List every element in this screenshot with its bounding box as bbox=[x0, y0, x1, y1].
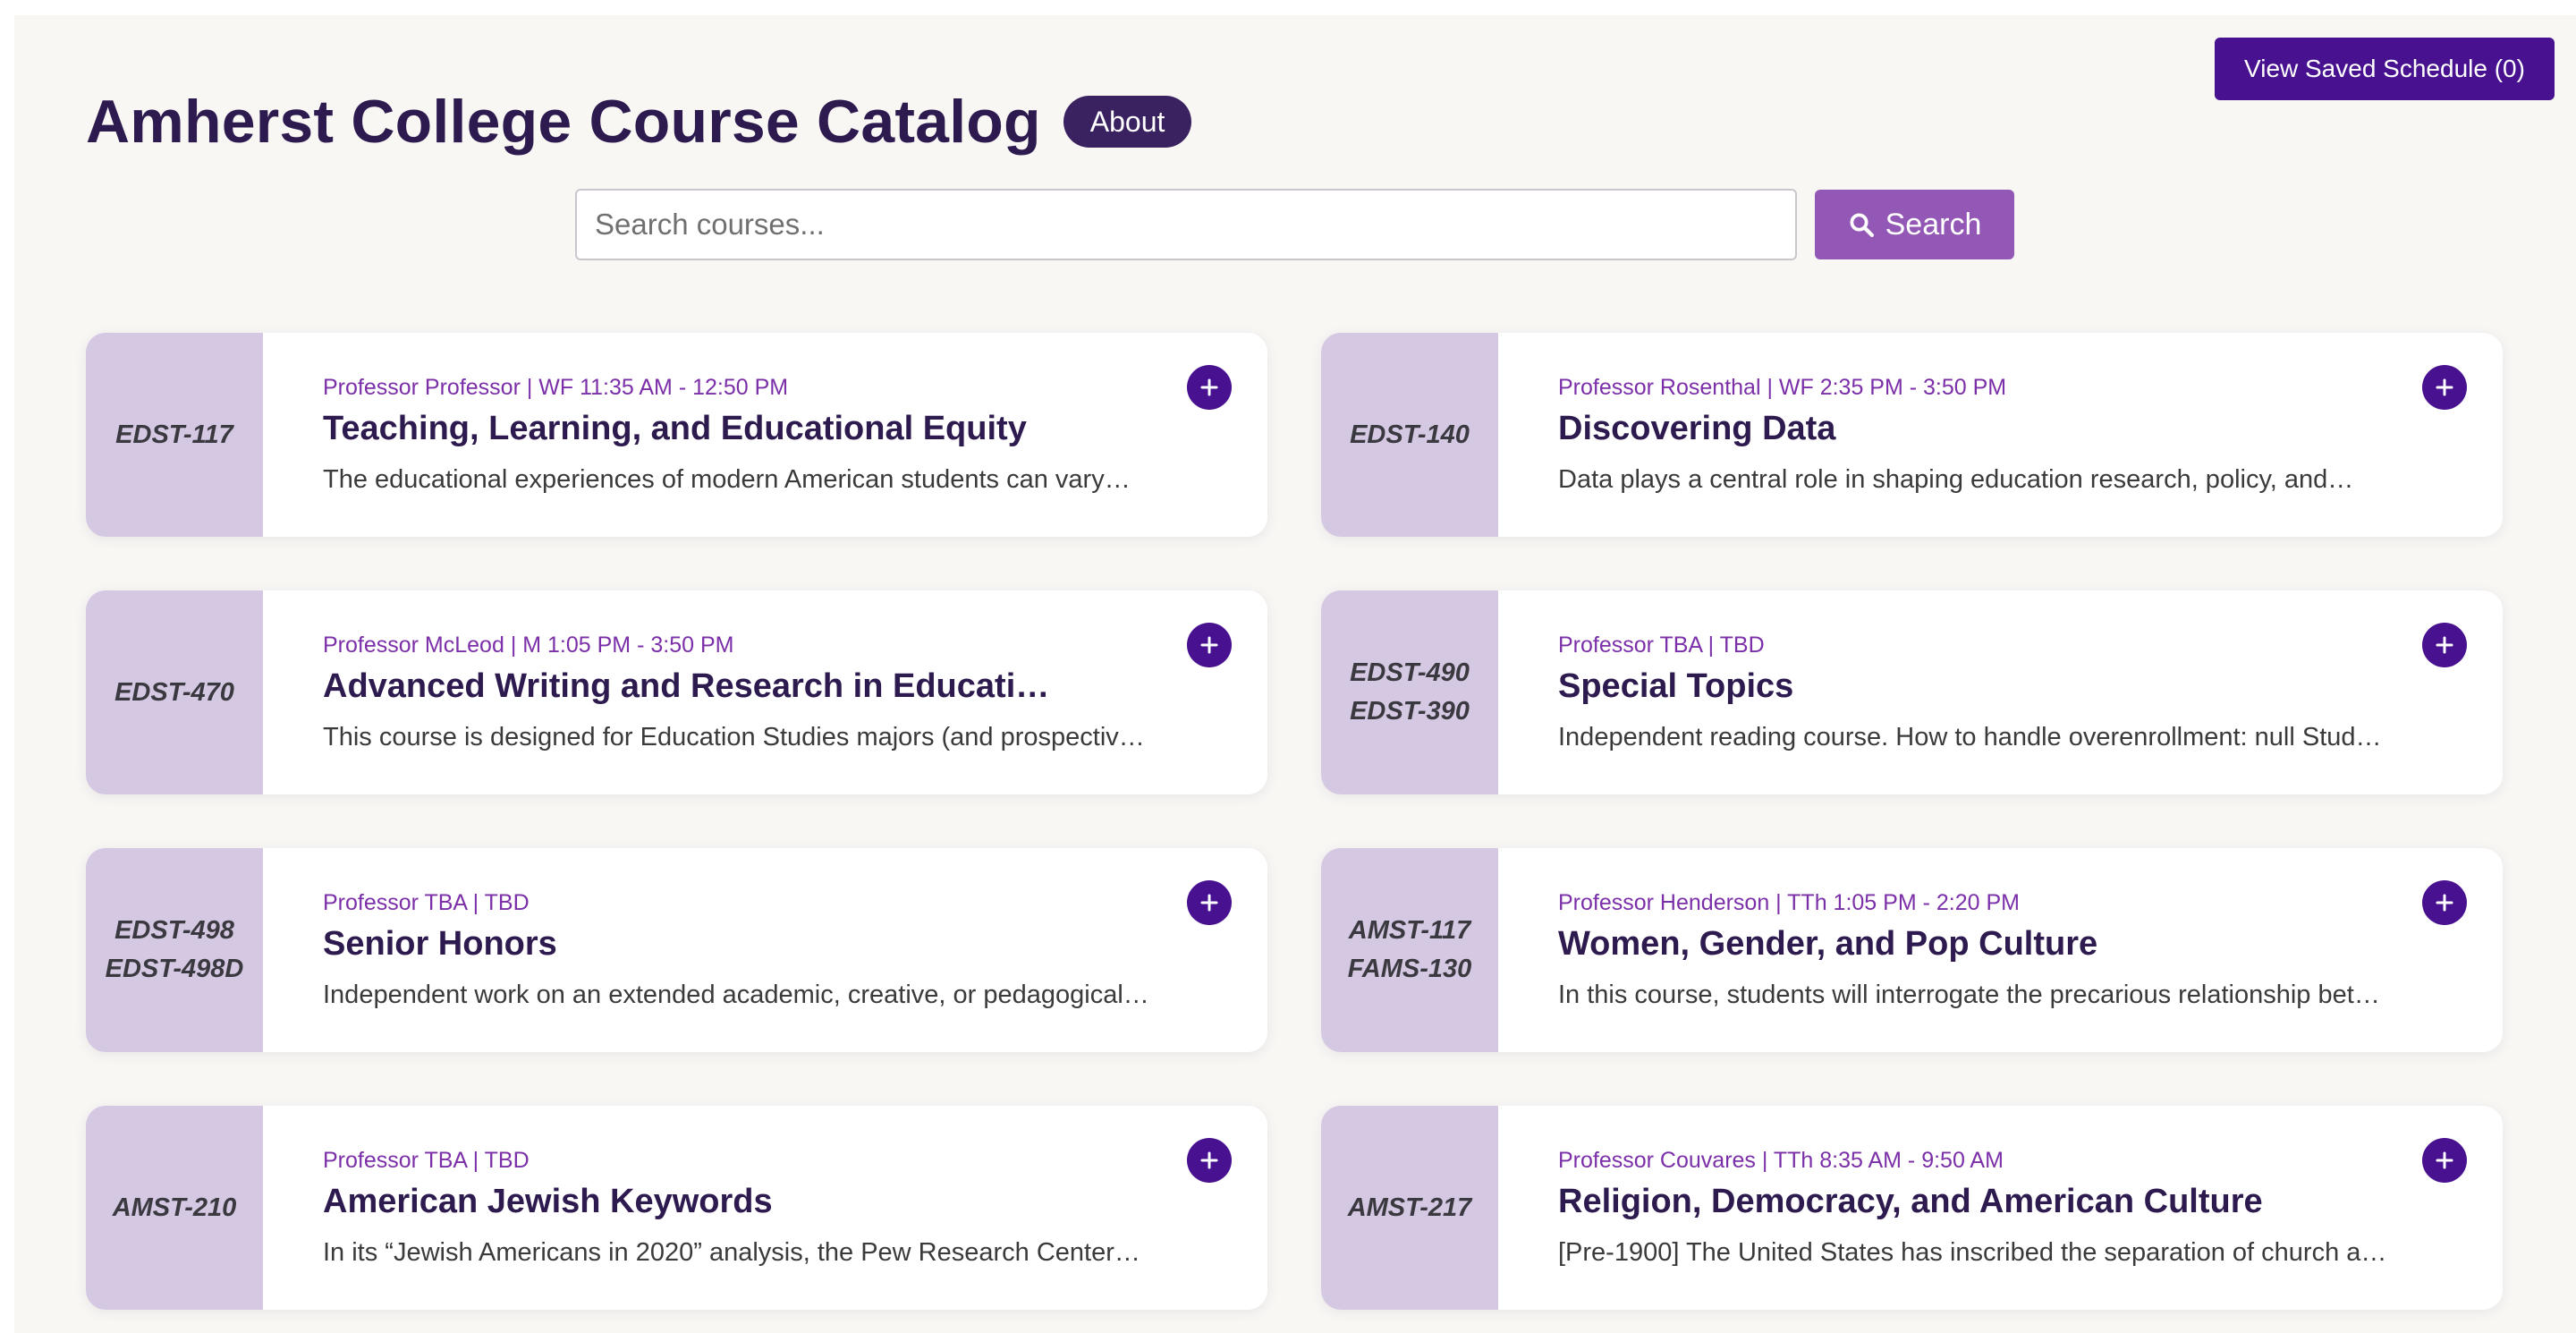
add-to-schedule-button[interactable] bbox=[2422, 1138, 2467, 1183]
course-code-panel: EDST-117 bbox=[86, 333, 263, 537]
course-title[interactable]: Discovering Data bbox=[1558, 408, 2292, 449]
search-bar: Search bbox=[575, 189, 2014, 260]
page-container: View Saved Schedule (0) Amherst College … bbox=[14, 15, 2576, 1333]
course-card[interactable]: AMST-210 Professor TBA | TBD American Jewi… bbox=[86, 1106, 1267, 1310]
course-title[interactable]: Women, Gender, and Pop Culture bbox=[1558, 923, 2292, 964]
course-list: EDST-117 Professor Professor | WF 11:35 A… bbox=[86, 333, 2503, 1310]
plus-icon bbox=[1200, 894, 1218, 912]
search-icon bbox=[1850, 213, 1874, 237]
page-title: Amherst College Course Catalog bbox=[86, 88, 1041, 156]
search-button[interactable]: Search bbox=[1815, 190, 2014, 259]
course-instructor-schedule: Professor TBA | TBD bbox=[323, 890, 530, 915]
course-card[interactable]: EDST-117 Professor Professor | WF 11:35 A… bbox=[86, 333, 1267, 537]
course-code: AMST-217 bbox=[1347, 1193, 1472, 1222]
add-to-schedule-button[interactable] bbox=[1187, 1138, 1232, 1183]
course-instructor-schedule: Professor TBA | TBD bbox=[1558, 633, 1765, 658]
course-card-body: Professor Couvares | TTh 8:35 AM - 9:50 … bbox=[1498, 1106, 2503, 1310]
course-card-body: Professor TBA | TBD Special Topics Indepen… bbox=[1498, 590, 2503, 794]
course-card-body: Professor TBA | TBD American Jewish Keywo… bbox=[263, 1106, 1267, 1310]
course-title[interactable]: Senior Honors bbox=[323, 923, 1056, 964]
course-code: EDST-490 bbox=[1350, 658, 1470, 687]
course-code: EDST-117 bbox=[115, 420, 233, 449]
course-code-panel: AMST-117 FAMS-130 bbox=[1321, 848, 1498, 1052]
about-button[interactable]: About bbox=[1063, 96, 1192, 148]
course-card[interactable]: AMST-117 FAMS-130 Professor Henderson | TT… bbox=[1321, 848, 2503, 1052]
search-button-label: Search bbox=[1885, 207, 1982, 242]
course-code-panel: AMST-217 bbox=[1321, 1106, 1498, 1310]
course-title[interactable]: Advanced Writing and Research in Educati… bbox=[323, 666, 1056, 707]
course-card-body: Professor Rosenthal | WF 2:35 PM - 3:50 … bbox=[1498, 333, 2503, 537]
course-code: EDST-498 bbox=[114, 916, 234, 945]
course-description: This course is designed for Education St… bbox=[323, 723, 1155, 751]
course-description: In this course, students will interrogat… bbox=[1558, 981, 2390, 1009]
plus-icon bbox=[1200, 1151, 1218, 1169]
course-description: Independent work on an extended academic… bbox=[323, 981, 1149, 1009]
add-to-schedule-button[interactable] bbox=[1187, 623, 1232, 667]
course-card[interactable]: EDST-498 EDST-498D Professor TBA | TBD Seni… bbox=[86, 848, 1267, 1052]
course-code: EDST-498D bbox=[105, 955, 244, 983]
add-to-schedule-button[interactable] bbox=[2422, 365, 2467, 410]
course-title[interactable]: Teaching, Learning, and Educational Equi… bbox=[323, 408, 1056, 449]
course-instructor-schedule: Professor Couvares | TTh 8:35 AM - 9:50 … bbox=[1558, 1148, 2004, 1173]
course-code: EDST-140 bbox=[1350, 420, 1470, 449]
course-code-panel: EDST-140 bbox=[1321, 333, 1498, 537]
course-instructor-schedule: Professor Henderson | TTh 1:05 PM - 2:20… bbox=[1558, 890, 2020, 915]
add-to-schedule-button[interactable] bbox=[2422, 623, 2467, 667]
plus-icon bbox=[2436, 636, 2453, 654]
course-card[interactable]: AMST-217 Professor Couvares | TTh 8:35 AM… bbox=[1321, 1106, 2503, 1310]
course-card[interactable]: EDST-490 EDST-390 Professor TBA | TBD Speci… bbox=[1321, 590, 2503, 794]
view-saved-schedule-button[interactable]: View Saved Schedule (0) bbox=[2215, 38, 2555, 100]
course-instructor-schedule: Professor Professor | WF 11:35 AM - 12:5… bbox=[323, 375, 789, 400]
course-title[interactable]: Special Topics bbox=[1558, 666, 2292, 707]
plus-icon bbox=[1200, 636, 1218, 654]
course-description: In its “Jewish Americans in 2020” analys… bbox=[323, 1238, 1140, 1267]
course-code: EDST-390 bbox=[1350, 697, 1470, 726]
course-code-panel: EDST-490 EDST-390 bbox=[1321, 590, 1498, 794]
course-card[interactable]: EDST-470 Professor McLeod | M 1:05 PM - 3… bbox=[86, 590, 1267, 794]
plus-icon bbox=[2436, 894, 2453, 912]
add-to-schedule-button[interactable] bbox=[1187, 365, 1232, 410]
course-code: AMST-210 bbox=[112, 1193, 237, 1222]
course-title[interactable]: American Jewish Keywords bbox=[323, 1181, 1056, 1222]
course-code-panel: EDST-470 bbox=[86, 590, 263, 794]
add-to-schedule-button[interactable] bbox=[1187, 880, 1232, 925]
course-description: The educational experiences of modern Am… bbox=[323, 465, 1131, 494]
course-card-body: Professor Henderson | TTh 1:05 PM - 2:20… bbox=[1498, 848, 2503, 1052]
course-card[interactable]: EDST-140 Professor Rosenthal | WF 2:35 PM… bbox=[1321, 333, 2503, 537]
plus-icon bbox=[2436, 378, 2453, 396]
course-code-panel: AMST-210 bbox=[86, 1106, 263, 1310]
course-card-body: Professor McLeod | M 1:05 PM - 3:50 PM Ad… bbox=[263, 590, 1267, 794]
course-instructor-schedule: Professor Rosenthal | WF 2:35 PM - 3:50 … bbox=[1558, 375, 2007, 400]
plus-icon bbox=[1200, 378, 1218, 396]
course-code-panel: EDST-498 EDST-498D bbox=[86, 848, 263, 1052]
plus-icon bbox=[2436, 1151, 2453, 1169]
course-code: EDST-470 bbox=[114, 677, 234, 707]
add-to-schedule-button[interactable] bbox=[2422, 880, 2467, 925]
header: Amherst College Course Catalog About bbox=[86, 87, 1192, 157]
course-card-body: Professor TBA | TBD Senior Honors Independ… bbox=[263, 848, 1267, 1052]
course-instructor-schedule: Professor McLeod | M 1:05 PM - 3:50 PM bbox=[323, 633, 734, 658]
course-description: Data plays a central role in shaping edu… bbox=[1558, 465, 2354, 494]
course-instructor-schedule: Professor TBA | TBD bbox=[323, 1148, 530, 1173]
course-card-body: Professor Professor | WF 11:35 AM - 12:5… bbox=[263, 333, 1267, 537]
search-input[interactable] bbox=[575, 189, 1797, 260]
course-title[interactable]: Religion, Democracy, and American Cultur… bbox=[1558, 1181, 2292, 1222]
course-description: Independent reading course. How to handl… bbox=[1558, 723, 2390, 751]
course-code: AMST-117 bbox=[1348, 916, 1471, 945]
course-description: [Pre-1900] The United States has inscrib… bbox=[1558, 1238, 2390, 1267]
course-code: FAMS-130 bbox=[1347, 955, 1472, 983]
